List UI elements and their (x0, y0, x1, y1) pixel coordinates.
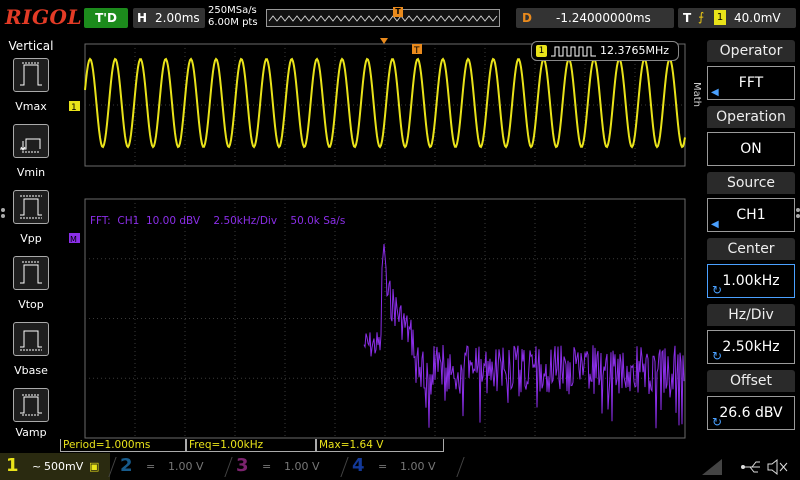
operation-title: Operation (707, 106, 795, 128)
source-value-button[interactable]: ◀ CH1 (707, 198, 795, 232)
center-title: Center (707, 238, 795, 260)
measurement-period[interactable]: Period=1.000ms (60, 439, 186, 452)
knob-icon: ↻ (712, 415, 723, 429)
ch1-coupling-icon: ~ (32, 460, 42, 473)
trigger-point-label: T (413, 46, 420, 56)
math-menu: Operator ◀ FFT Operation ON Source ◀ CH1… (701, 36, 800, 440)
ch3-number: 3 (236, 455, 249, 476)
plot-canvas[interactable]: T 1 M (0, 0, 800, 480)
ch1-marker-label: 1 (71, 103, 77, 113)
slope-icon (702, 459, 722, 475)
operation-value-button[interactable]: ON (707, 132, 795, 166)
usb-icon (741, 461, 760, 473)
ch1-scale: 500mV (44, 460, 84, 473)
operator-title: Operator (707, 40, 795, 62)
ch4-status[interactable]: 4 = 1.00 V (348, 453, 460, 480)
ch4-number: 4 (352, 455, 365, 476)
hzdiv-value-button[interactable]: ↻ 2.50kHz (707, 330, 795, 364)
frequency-counter-value: 12.3765MHz (600, 44, 670, 57)
operation-value: ON (740, 141, 762, 157)
pulse-icon (551, 46, 596, 57)
ch3-scale: 1.00 V (284, 460, 320, 473)
source-value: CH1 (736, 207, 766, 223)
select-arrow-icon: ◀ (711, 219, 719, 230)
knob-icon: ↻ (712, 349, 723, 363)
trigger-position-arrow (380, 38, 388, 44)
measurement-max[interactable]: Max=1.64 V (316, 439, 444, 452)
knob-icon: ↻ (712, 283, 723, 297)
fft-window (84, 198, 686, 439)
ch4-coupling-icon: = (378, 460, 388, 473)
offset-title: Offset (707, 370, 795, 392)
operator-value: FFT (738, 75, 764, 91)
hzdiv-value: 2.50kHz (722, 339, 780, 355)
ch1-status[interactable]: 1 ~ 500mV ▣ (0, 453, 110, 480)
fft-info-text: FFT: CH1 10.00 dBV 2.50kHz/Div 50.0k Sa/… (90, 215, 346, 227)
ch2-scale: 1.00 V (168, 460, 204, 473)
channel-status-bar: 1 ~ 500mV ▣ 2 = 1.00 V 3 = 1.00 V 4 = 1.… (0, 453, 800, 480)
ch2-number: 2 (120, 455, 133, 476)
frequency-counter[interactable]: 1 12.3765MHz (531, 41, 679, 61)
center-value-button[interactable]: ↻ 1.00kHz (707, 264, 795, 298)
measurement-freq[interactable]: Freq=1.00kHz (186, 439, 316, 452)
offset-value: 26.6 dBV (719, 405, 783, 421)
source-title: Source (707, 172, 795, 194)
offset-value-button[interactable]: ↻ 26.6 dBV (707, 396, 795, 430)
page-dot (796, 214, 800, 218)
math-marker-label: M (70, 235, 77, 244)
operator-value-button[interactable]: ◀ FFT (707, 66, 795, 100)
math-menu-tab[interactable]: Math (688, 60, 702, 130)
ch3-coupling-icon: = (262, 460, 272, 473)
status-icons (702, 458, 788, 476)
mute-speaker-icon (767, 458, 788, 476)
ch4-scale: 1.00 V (400, 460, 436, 473)
timebase-window (84, 43, 686, 167)
page-dot (796, 208, 800, 212)
measurement-bar: Period=1.000ms Freq=1.00kHz Max=1.64 V (60, 439, 692, 453)
bandwidth-limit-icon: ▣ (89, 460, 100, 473)
frequency-counter-channel: 1 (536, 45, 547, 57)
ch2-status[interactable]: 2 = 1.00 V (116, 453, 228, 480)
select-arrow-icon: ◀ (711, 87, 719, 98)
ch2-coupling-icon: = (146, 460, 156, 473)
hzdiv-title: Hz/Div (707, 304, 795, 326)
center-value: 1.00kHz (722, 273, 780, 289)
ch1-number: 1 (6, 455, 19, 476)
ch3-status[interactable]: 3 = 1.00 V (232, 453, 344, 480)
